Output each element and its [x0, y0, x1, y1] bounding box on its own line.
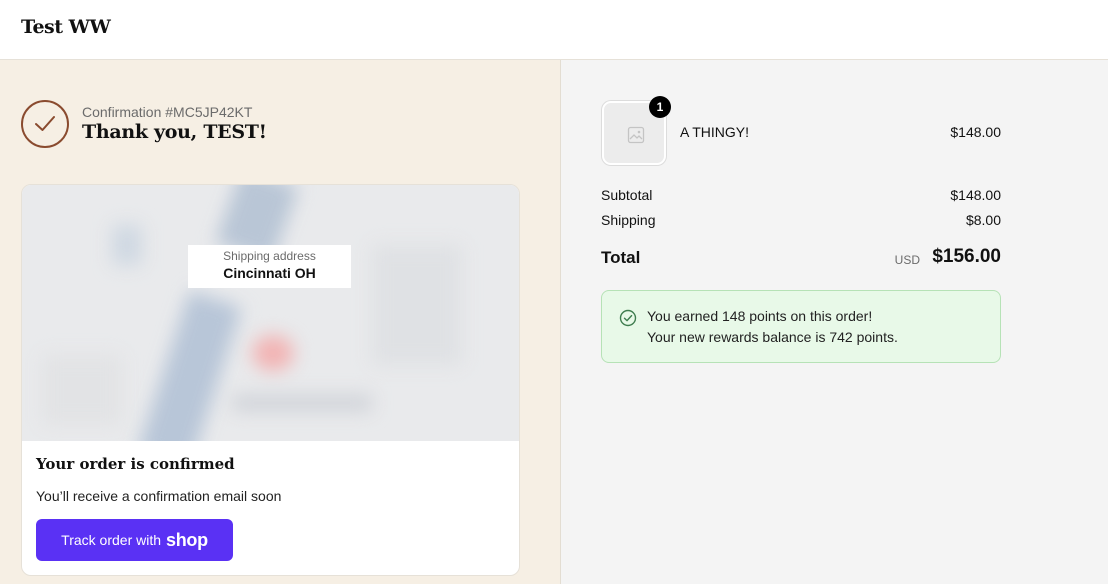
track-order-label: Track order with [61, 532, 162, 548]
header: Test WW [0, 0, 1108, 60]
quantity-badge: 1 [649, 96, 671, 118]
order-status-card: Shipping address Cincinnati OH Your orde… [21, 184, 520, 576]
product-name: A THINGY! [680, 124, 749, 140]
shipping-value: $8.00 [965, 212, 1001, 228]
store-name[interactable]: Test WW [21, 16, 111, 38]
confirmation-number: Confirmation #MC5JP42KT [82, 104, 253, 120]
main-panel: Confirmation #MC5JP42KT Thank you, TEST!… [0, 60, 561, 584]
order-confirmed-title: Your order is confirmed [36, 455, 235, 473]
track-order-button[interactable]: Track order with shop [36, 519, 233, 561]
thank-you-heading: Thank you, TEST! [82, 121, 267, 143]
shipping-address-title: Shipping address [223, 249, 316, 263]
total-label: Total [601, 248, 641, 267]
subtotal-value: $148.00 [950, 187, 1001, 203]
shipping-address-label: Shipping address Cincinnati OH [188, 245, 351, 288]
total-value: $156.00 [932, 246, 1001, 267]
product-price: $148.00 [950, 124, 1001, 140]
check-icon [21, 100, 69, 148]
image-placeholder-icon [627, 126, 645, 144]
shipping-label: Shipping [601, 212, 656, 228]
rewards-banner: You earned 148 points on this order! You… [601, 290, 1001, 363]
shipping-address-city: Cincinnati OH [223, 265, 316, 281]
rewards-earned-text: You earned 148 points on this order! [647, 308, 873, 324]
shop-logo: shop [166, 529, 208, 550]
order-confirmed-text: You’ll receive a confirmation email soon [36, 488, 282, 504]
subtotal-label: Subtotal [601, 187, 653, 203]
map[interactable]: Shipping address Cincinnati OH [22, 185, 519, 441]
success-check-icon [619, 309, 637, 327]
order-summary: 1 A THINGY! $148.00 Subtotal $148.00 Shi… [561, 60, 1108, 584]
rewards-balance-text: Your new rewards balance is 742 points. [647, 329, 898, 345]
total-currency: USD [894, 253, 920, 267]
